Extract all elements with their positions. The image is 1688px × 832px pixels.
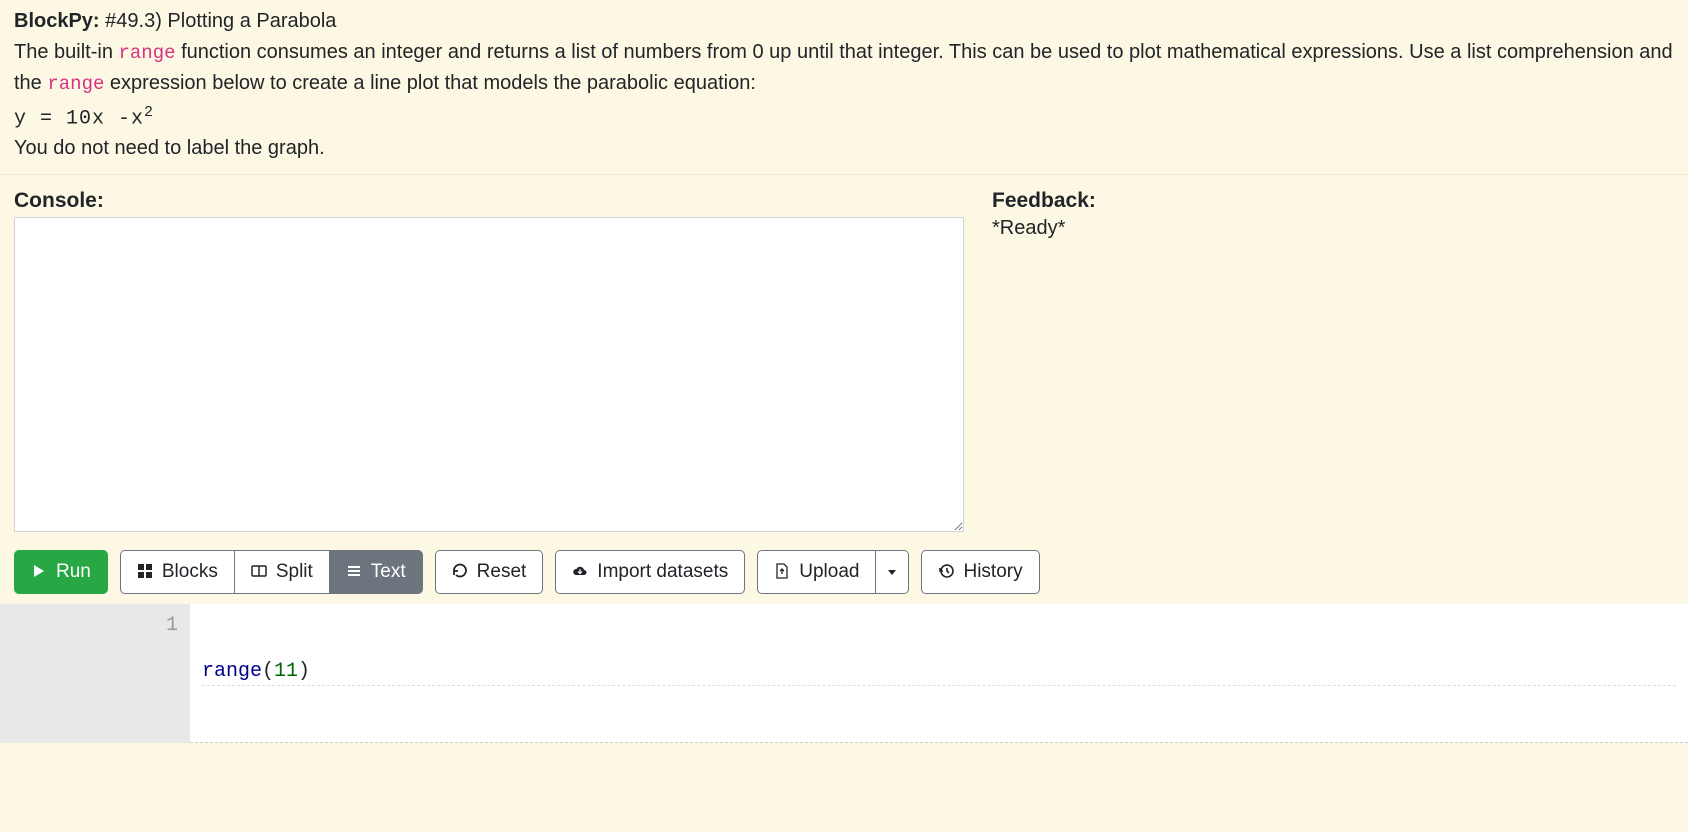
problem-description: The built-in range function consumes an … — [14, 37, 1674, 98]
blocks-button[interactable]: Blocks — [120, 550, 234, 595]
file-upload-icon — [774, 563, 792, 581]
problem-title-line: BlockPy: #49.3) Plotting a Parabola — [14, 10, 1674, 33]
split-icon — [251, 563, 269, 581]
panels-row: Console: Feedback: *Ready* — [0, 175, 1688, 532]
equation: y = 10x -x2 — [14, 104, 1674, 131]
code-paren-open: ( — [262, 660, 274, 683]
problem-header: BlockPy: #49.3) Plotting a Parabola The … — [0, 0, 1688, 175]
code-fn: range — [202, 660, 262, 683]
line-gutter: 1 — [0, 604, 190, 743]
upload-group: Upload — [757, 550, 909, 595]
range-code-1: range — [119, 42, 176, 64]
toolbar: Run Blocks Split Text Reset — [0, 532, 1688, 605]
code-editor[interactable]: 1 range(11) — [0, 604, 1688, 743]
line-number-1: 1 — [166, 614, 178, 637]
view-mode-group: Blocks Split Text — [120, 550, 423, 595]
import-datasets-label: Import datasets — [597, 559, 728, 586]
code-paren-close: ) — [298, 660, 310, 683]
upload-dropdown-button[interactable] — [875, 550, 909, 595]
code-num: 11 — [274, 660, 298, 683]
run-label: Run — [56, 559, 91, 586]
reset-label: Reset — [477, 559, 527, 586]
feedback-label: Feedback: — [992, 189, 1674, 213]
upload-button[interactable]: Upload — [757, 550, 875, 595]
app-label: BlockPy: — [14, 10, 105, 32]
history-label: History — [963, 559, 1022, 586]
code-line-1: range(11) — [202, 660, 1676, 686]
split-button[interactable]: Split — [234, 550, 329, 595]
grid-icon — [137, 563, 155, 581]
history-button[interactable]: History — [921, 550, 1039, 595]
feedback-panel: Feedback: *Ready* — [992, 189, 1674, 532]
caret-down-icon — [886, 566, 898, 578]
problem-title: #49.3) Plotting a Parabola — [105, 10, 336, 32]
cloud-download-icon — [572, 563, 590, 581]
history-icon — [938, 563, 956, 581]
reset-button[interactable]: Reset — [435, 550, 544, 595]
range-code-2: range — [47, 73, 104, 95]
play-icon — [31, 563, 49, 581]
import-datasets-button[interactable]: Import datasets — [555, 550, 745, 595]
equation-body: y = 10x -x — [14, 108, 144, 131]
desc-text-1: The built-in — [14, 41, 119, 63]
refresh-icon — [452, 563, 470, 581]
split-label: Split — [276, 559, 313, 586]
list-icon — [346, 563, 364, 581]
blocks-label: Blocks — [162, 559, 218, 586]
feedback-status: *Ready* — [992, 217, 1674, 240]
text-button[interactable]: Text — [329, 550, 423, 595]
console-panel: Console: — [14, 189, 964, 532]
run-button[interactable]: Run — [14, 550, 108, 595]
problem-note: You do not need to label the graph. — [14, 137, 1674, 160]
upload-label: Upload — [799, 559, 859, 586]
equation-exponent: 2 — [144, 104, 154, 121]
console-label: Console: — [14, 189, 964, 213]
code-content[interactable]: range(11) — [190, 604, 1688, 743]
console-output[interactable] — [14, 217, 964, 532]
desc-text-3: expression below to create a line plot t… — [104, 72, 756, 94]
text-label: Text — [371, 559, 406, 586]
